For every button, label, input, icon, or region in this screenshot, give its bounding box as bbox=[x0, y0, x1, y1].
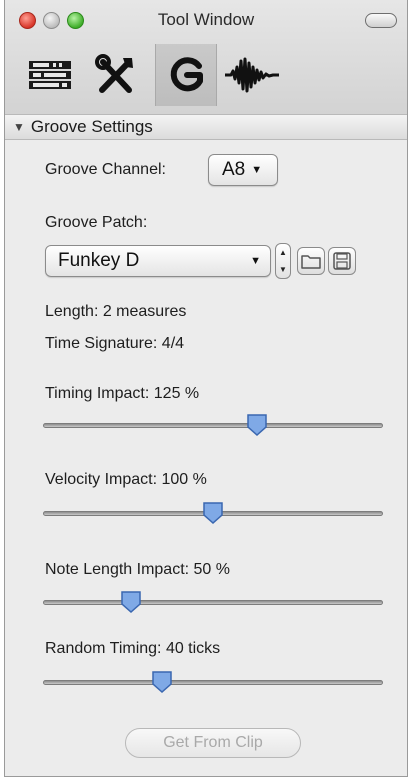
timing-impact-slider[interactable] bbox=[43, 413, 383, 439]
toolbar-tools-button[interactable] bbox=[85, 44, 147, 106]
velocity-impact-slider[interactable] bbox=[43, 501, 383, 527]
groove-patch-label: Groove Patch: bbox=[45, 214, 148, 231]
toolbar-groove-button[interactable] bbox=[155, 44, 217, 106]
slider-track bbox=[43, 600, 383, 605]
get-from-clip-button[interactable]: Get From Clip bbox=[125, 728, 301, 758]
slider-track bbox=[43, 680, 383, 685]
chevron-down-icon: ▼ bbox=[250, 255, 261, 267]
random-timing-label: Random Timing: 40 ticks bbox=[45, 640, 221, 657]
slider-thumb[interactable] bbox=[120, 590, 142, 614]
tool-window: Tool Window ▼ Groove Settings Groove Cha… bbox=[4, 0, 408, 777]
length-info: Length: 2 measures bbox=[45, 303, 187, 320]
groove-settings-header[interactable]: ▼ Groove Settings bbox=[5, 114, 407, 140]
disclosure-triangle-icon: ▼ bbox=[13, 120, 25, 134]
disk-icon bbox=[333, 252, 351, 270]
time-signature-info: Time Signature: 4/4 bbox=[45, 335, 185, 352]
slider-thumb[interactable] bbox=[246, 413, 268, 437]
groove-patch-popup[interactable]: Funkey D ▼ bbox=[45, 245, 271, 277]
stepper-up-icon: ▲ bbox=[279, 248, 287, 257]
waveform-icon bbox=[225, 57, 279, 93]
section-title: Groove Settings bbox=[30, 117, 153, 136]
save-patch-button[interactable] bbox=[328, 247, 356, 275]
window-title: Tool Window bbox=[157, 10, 255, 29]
toolbar-toggle-button[interactable] bbox=[365, 13, 397, 28]
velocity-impact-label: Velocity Impact: 100 % bbox=[45, 471, 207, 488]
folder-icon bbox=[301, 255, 321, 269]
groove-channel-popup[interactable]: A8 ▼ bbox=[208, 154, 278, 186]
note-length-impact-slider[interactable] bbox=[43, 590, 383, 616]
slider-thumb[interactable] bbox=[202, 501, 224, 525]
groove-icon bbox=[170, 57, 203, 92]
stepper-down-icon: ▼ bbox=[279, 265, 287, 274]
toolbar-waveform-button[interactable] bbox=[221, 44, 283, 106]
open-patch-button[interactable] bbox=[297, 247, 325, 275]
random-timing-slider[interactable] bbox=[43, 670, 383, 696]
groove-channel-label: Groove Channel: bbox=[45, 161, 166, 178]
groove-channel-value: A8 bbox=[222, 159, 246, 180]
slider-thumb[interactable] bbox=[151, 670, 173, 694]
slider-track bbox=[43, 423, 383, 428]
patch-stepper[interactable]: ▲ ▼ bbox=[275, 243, 291, 279]
chevron-down-icon: ▼ bbox=[251, 164, 263, 176]
rack-icon bbox=[29, 61, 71, 89]
timing-impact-label: Timing Impact: 125 % bbox=[45, 385, 200, 402]
groove-patch-value: Funkey D bbox=[58, 250, 140, 271]
toolbar-rack-button[interactable] bbox=[19, 44, 81, 106]
note-length-impact-label: Note Length Impact: 50 % bbox=[45, 561, 230, 578]
title-bar: Tool Window bbox=[5, 0, 407, 120]
tools-icon bbox=[95, 54, 133, 93]
